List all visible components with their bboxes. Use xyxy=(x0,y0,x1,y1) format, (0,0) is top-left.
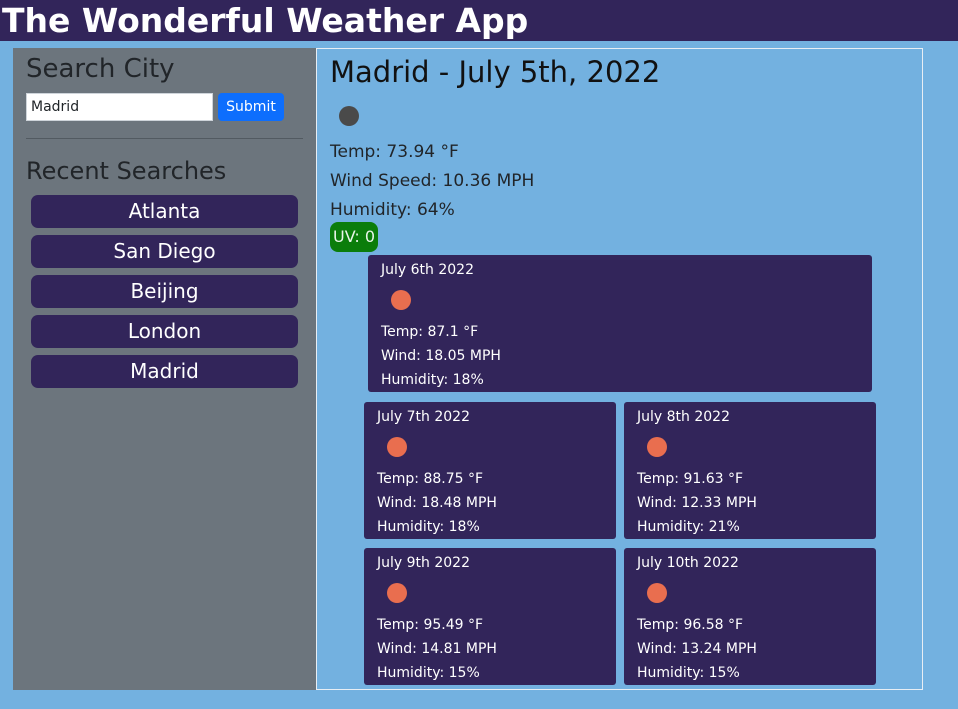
recent-search-button[interactable]: San Diego xyxy=(31,235,298,268)
search-input[interactable] xyxy=(26,93,213,121)
forecast-humidity: Humidity: 15% xyxy=(637,665,740,681)
weather-icon xyxy=(339,106,359,126)
sidebar: Search City Submit Recent Searches Atlan… xyxy=(13,48,316,690)
forecast-wind: Wind: 18.05 MPH xyxy=(381,348,501,364)
forecast-card: July 9th 2022 Temp: 95.49 °F Wind: 14.81… xyxy=(364,548,616,685)
forecast-temp: Temp: 96.58 °F xyxy=(637,617,744,633)
recent-search-button[interactable]: London xyxy=(31,315,298,348)
recent-search-button[interactable]: Beijing xyxy=(31,275,298,308)
recent-search-button[interactable]: Madrid xyxy=(31,355,298,388)
forecast-date: July 9th 2022 xyxy=(377,555,470,571)
forecast-date: July 8th 2022 xyxy=(637,409,730,425)
recent-searches-heading: Recent Searches xyxy=(26,157,227,185)
forecast-date: July 6th 2022 xyxy=(381,262,474,278)
forecast-card: July 10th 2022 Temp: 96.58 °F Wind: 13.2… xyxy=(624,548,876,685)
sun-icon xyxy=(647,437,667,457)
app-title: The Wonderful Weather App xyxy=(2,1,529,40)
forecast-temp: Temp: 88.75 °F xyxy=(377,471,484,487)
sun-icon xyxy=(387,583,407,603)
forecast-temp: Temp: 95.49 °F xyxy=(377,617,484,633)
forecast-temp: Temp: 91.63 °F xyxy=(637,471,744,487)
forecast-humidity: Humidity: 18% xyxy=(381,372,484,388)
forecast-humidity: Humidity: 21% xyxy=(637,519,740,535)
forecast-wind: Wind: 14.81 MPH xyxy=(377,641,497,657)
current-wind: Wind Speed: 10.36 MPH xyxy=(330,171,535,191)
current-temp: Temp: 73.94 °F xyxy=(330,142,459,162)
forecast-wind: Wind: 18.48 MPH xyxy=(377,495,497,511)
sun-icon xyxy=(647,583,667,603)
current-humidity: Humidity: 64% xyxy=(330,200,455,220)
forecast-wind: Wind: 12.33 MPH xyxy=(637,495,757,511)
city-date-title: Madrid - July 5th, 2022 xyxy=(330,55,661,89)
sun-icon xyxy=(387,437,407,457)
forecast-temp: Temp: 87.1 °F xyxy=(381,324,479,340)
recent-searches-list: Atlanta San Diego Beijing London Madrid xyxy=(31,195,298,395)
forecast-card: July 7th 2022 Temp: 88.75 °F Wind: 18.48… xyxy=(364,402,616,539)
forecast-humidity: Humidity: 15% xyxy=(377,665,480,681)
forecast-date: July 7th 2022 xyxy=(377,409,470,425)
app-header: The Wonderful Weather App xyxy=(0,0,958,41)
divider xyxy=(26,138,303,139)
recent-search-button[interactable]: Atlanta xyxy=(31,195,298,228)
uv-badge: UV: 0 xyxy=(330,222,379,252)
submit-button[interactable]: Submit xyxy=(218,93,284,121)
forecast-date: July 10th 2022 xyxy=(637,555,739,571)
sun-icon xyxy=(391,290,411,310)
search-heading: Search City xyxy=(26,54,175,84)
current-weather-panel: Madrid - July 5th, 2022 Temp: 73.94 °F W… xyxy=(316,48,923,690)
forecast-card: July 6th 2022 Temp: 87.1 °F Wind: 18.05 … xyxy=(368,255,872,392)
forecast-wind: Wind: 13.24 MPH xyxy=(637,641,757,657)
forecast-humidity: Humidity: 18% xyxy=(377,519,480,535)
forecast-card: July 8th 2022 Temp: 91.63 °F Wind: 12.33… xyxy=(624,402,876,539)
